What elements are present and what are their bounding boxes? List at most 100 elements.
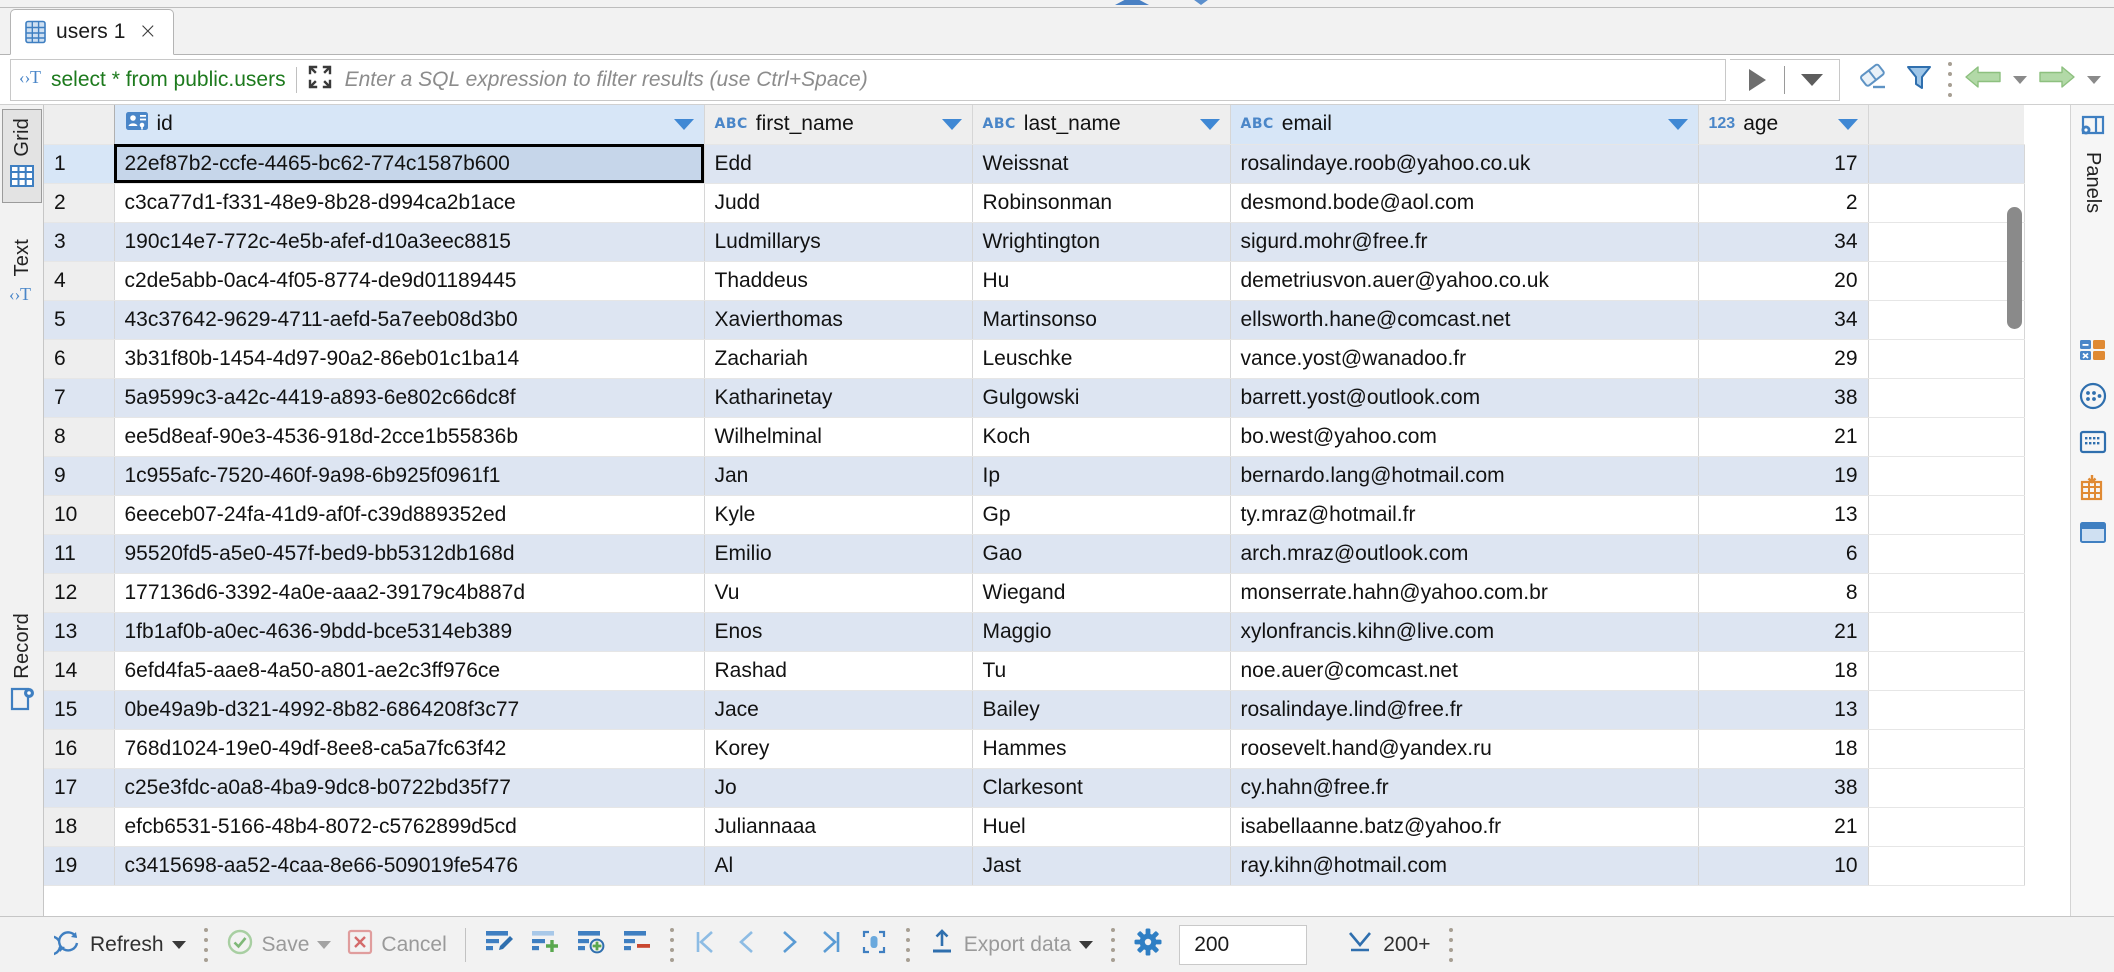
row-number-cell[interactable]: 4	[44, 261, 115, 301]
filter-settings-button[interactable]	[1896, 58, 1942, 102]
apply-filter-button[interactable]	[1730, 60, 1784, 100]
cell-age[interactable]: 34	[1698, 222, 1869, 262]
cell-age[interactable]: 29	[1698, 339, 1869, 379]
row-number-cell[interactable]: 7	[44, 378, 115, 418]
cell-age[interactable]: 17	[1698, 144, 1869, 184]
cell-email[interactable]: noe.auer@comcast.net	[1230, 651, 1699, 691]
cell-last_name[interactable]: Wrightington	[972, 222, 1231, 262]
export-data-button[interactable]: Export data	[920, 923, 1101, 967]
row-number-cell[interactable]: 2	[44, 183, 115, 223]
cell-email[interactable]: bernardo.lang@hotmail.com	[1230, 456, 1699, 496]
panels-toggle[interactable]: Panels	[2079, 113, 2107, 213]
navigate-forward-dropdown[interactable]	[2080, 58, 2108, 102]
cell-first_name[interactable]: Juliannaaa	[704, 807, 973, 847]
cell-first_name[interactable]: Kyle	[704, 495, 973, 535]
cell-last_name[interactable]: Gulgowski	[972, 378, 1231, 418]
cell-id[interactable]: 1fb1af0b-a0ec-4636-9bdd-bce5314eb389	[114, 612, 705, 652]
cell-first_name[interactable]: Thaddeus	[704, 261, 973, 301]
row-number-cell[interactable]: 15	[44, 690, 115, 730]
table-row[interactable]: 19 c3415698-aa52-4caa-8e66-509019fe5476 Al…	[44, 846, 2025, 886]
table-row[interactable]: 7 5a9599c3-a42c-4419-a893-6e802c66dc8f Kat…	[44, 378, 2025, 418]
cell-first_name[interactable]: Judd	[704, 183, 973, 223]
table-row[interactable]: 15 0be49a9b-d321-4992-8b82-6864208f3c77 Ja…	[44, 690, 2025, 730]
cell-age[interactable]: 21	[1698, 612, 1869, 652]
cell-age[interactable]: 13	[1698, 495, 1869, 535]
last-page-button[interactable]	[810, 923, 852, 967]
close-icon[interactable]: ×	[139, 21, 157, 43]
row-number-cell[interactable]: 17	[44, 768, 115, 808]
cell-email[interactable]: cy.hahn@free.fr	[1230, 768, 1699, 808]
cell-email[interactable]: rosalindaye.lind@free.fr	[1230, 690, 1699, 730]
table-row[interactable]: 2 c3ca77d1-f331-48e9-8b28-d994ca2b1ace Jud…	[44, 183, 2025, 223]
cell-first_name[interactable]: Wilhelminal	[704, 417, 973, 457]
cell-last_name[interactable]: Tu	[972, 651, 1231, 691]
table-row[interactable]: 11 95520fd5-a5e0-457f-bed9-bb5312db168d Em…	[44, 534, 2025, 574]
table-row[interactable]: 1 22ef87b2-ccfe-4465-bc62-774c1587b600 Edd…	[44, 144, 2025, 184]
cell-last_name[interactable]: Weissnat	[972, 144, 1231, 184]
cell-first_name[interactable]: Rashad	[704, 651, 973, 691]
cell-email[interactable]: xylonfrancis.kihn@live.com	[1230, 612, 1699, 652]
cell-last_name[interactable]: Huel	[972, 807, 1231, 847]
row-number-cell[interactable]: 1	[44, 144, 115, 184]
row-number-cell[interactable]: 6	[44, 339, 115, 379]
cell-email[interactable]: bo.west@yahoo.com	[1230, 417, 1699, 457]
cell-email[interactable]: arch.mraz@outlook.com	[1230, 534, 1699, 574]
cell-id[interactable]: c25e3fdc-a0a8-4ba9-9dc8-b0722bd35f77	[114, 768, 705, 808]
panel-calc-value[interactable]	[2079, 337, 2107, 368]
cell-id[interactable]: 95520fd5-a5e0-457f-bed9-bb5312db168d	[114, 534, 705, 574]
cell-last_name[interactable]: Gp	[972, 495, 1231, 535]
cell-email[interactable]: sigurd.mohr@free.fr	[1230, 222, 1699, 262]
expand-fullscreen-icon[interactable]	[307, 64, 333, 95]
cell-id[interactable]: 5a9599c3-a42c-4419-a893-6e802c66dc8f	[114, 378, 705, 418]
cell-age[interactable]: 18	[1698, 651, 1869, 691]
row-number-cell[interactable]: 14	[44, 651, 115, 691]
cell-email[interactable]: rosalindaye.roob@yahoo.co.uk	[1230, 144, 1699, 184]
cell-last_name[interactable]: Martinsonso	[972, 300, 1231, 340]
cell-first_name[interactable]: Zachariah	[704, 339, 973, 379]
fetch-size-input[interactable]: 200	[1179, 924, 1308, 965]
row-number-cell[interactable]: 19	[44, 846, 115, 886]
cell-id[interactable]: c3ca77d1-f331-48e9-8b28-d994ca2b1ace	[114, 183, 705, 223]
cell-age[interactable]: 10	[1698, 846, 1869, 886]
chevron-down-icon[interactable]	[1837, 118, 1858, 130]
panel-spatial[interactable]	[2079, 429, 2107, 460]
row-number-cell[interactable]: 10	[44, 495, 115, 535]
cell-age[interactable]: 13	[1698, 690, 1869, 730]
table-row[interactable]: 18 efcb6531-5166-48b4-8072-c5762899d5cd Ju…	[44, 807, 2025, 847]
column-header-age[interactable]: 123 age	[1698, 105, 1869, 145]
table-row[interactable]: 5 43c37642-9629-4711-aefd-5a7eeb08d3b0 Xav…	[44, 300, 2025, 340]
row-number-cell[interactable]: 13	[44, 612, 115, 652]
cell-first_name[interactable]: Korey	[704, 729, 973, 769]
row-count-indicator[interactable]: 200+	[1337, 923, 1438, 967]
cell-email[interactable]: barrett.yost@outlook.com	[1230, 378, 1699, 418]
tab-users-1[interactable]: users 1 ×	[10, 9, 175, 55]
filter-history-dropdown[interactable]	[1785, 60, 1839, 100]
cell-first_name[interactable]: Katharinetay	[704, 378, 973, 418]
cell-last_name[interactable]: Wiegand	[972, 573, 1231, 613]
cell-email[interactable]: vance.yost@wanadoo.fr	[1230, 339, 1699, 379]
edit-row-button[interactable]	[476, 923, 522, 967]
cell-age[interactable]: 34	[1698, 300, 1869, 340]
column-header-first_name[interactable]: ABC first_name	[704, 105, 973, 145]
table-row[interactable]: 17 c25e3fdc-a0a8-4ba9-9dc8-b0722bd35f77 Jo…	[44, 768, 2025, 808]
fetch-settings-button[interactable]	[1125, 923, 1171, 967]
cell-age[interactable]: 20	[1698, 261, 1869, 301]
navigate-back-button[interactable]	[1960, 58, 2006, 102]
cell-first_name[interactable]: Emilio	[704, 534, 973, 574]
cancel-button[interactable]: Cancel	[339, 923, 454, 967]
next-page-button[interactable]	[768, 923, 810, 967]
row-number-cell[interactable]: 11	[44, 534, 115, 574]
erase-filter-button[interactable]	[1850, 58, 1896, 102]
cell-email[interactable]: ellsworth.hane@comcast.net	[1230, 300, 1699, 340]
cell-age[interactable]: 21	[1698, 417, 1869, 457]
cell-first_name[interactable]: Xavierthomas	[704, 300, 973, 340]
table-row[interactable]: 10 6eeceb07-24fa-41d9-af0f-c39d889352ed Ky…	[44, 495, 2025, 535]
panel-import-table[interactable]	[2079, 474, 2107, 507]
cell-age[interactable]: 2	[1698, 183, 1869, 223]
chevron-down-icon[interactable]	[673, 118, 694, 130]
cell-first_name[interactable]: Jo	[704, 768, 973, 808]
cell-id[interactable]: 3b31f80b-1454-4d97-90a2-86eb01c1ba14	[114, 339, 705, 379]
cell-email[interactable]: monserrate.hahn@yahoo.com.br	[1230, 573, 1699, 613]
add-row-button[interactable]	[522, 923, 568, 967]
cell-last_name[interactable]: Maggio	[972, 612, 1231, 652]
